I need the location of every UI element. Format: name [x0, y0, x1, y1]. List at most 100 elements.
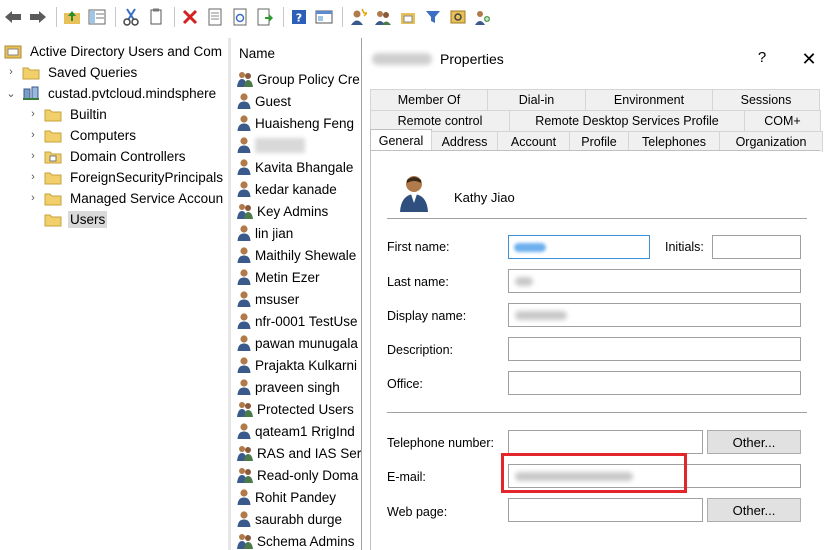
- tree-item-label: custad.pvtcloud.mindsphere: [48, 85, 217, 101]
- tree-item-domain-controllers[interactable]: › Domain Controllers: [26, 146, 188, 166]
- tab-dial-in[interactable]: Dial-in: [487, 89, 586, 110]
- user-icon: [236, 158, 252, 176]
- list-item[interactable]: Prajakta Kulkarni: [236, 354, 357, 376]
- chevron-right-icon[interactable]: ›: [4, 66, 18, 78]
- list-item[interactable]: Metin Ezer: [236, 266, 320, 288]
- properties-icon[interactable]: [204, 6, 226, 28]
- display-name-input[interactable]: [508, 303, 801, 327]
- tab-row-1: Member Of Dial-in Environment Sessions: [370, 89, 820, 110]
- tab-sessions[interactable]: Sessions: [712, 89, 820, 110]
- list-item[interactable]: kedar kanade: [236, 178, 337, 200]
- chevron-right-icon[interactable]: ›: [26, 108, 40, 120]
- tab-remote-control[interactable]: Remote control: [370, 110, 510, 131]
- tree-item-saved-queries[interactable]: › Saved Queries: [4, 62, 139, 82]
- back-icon[interactable]: [2, 6, 24, 28]
- ad-console-icon: [4, 43, 22, 59]
- chevron-right-icon[interactable]: ›: [26, 150, 40, 162]
- tree-item-computers[interactable]: › Computers: [26, 125, 138, 145]
- group-icon: [236, 532, 254, 550]
- list-item[interactable]: Read-only Doma: [236, 464, 358, 486]
- copy-icon[interactable]: [145, 6, 167, 28]
- up-folder-icon[interactable]: [61, 6, 83, 28]
- initials-input[interactable]: [712, 235, 801, 259]
- console-icon[interactable]: [313, 6, 335, 28]
- list-item[interactable]: Group Policy Cre: [236, 68, 360, 90]
- chevron-right-icon[interactable]: ›: [26, 171, 40, 183]
- tab-remote-desktop-services-profile[interactable]: Remote Desktop Services Profile: [509, 110, 745, 131]
- tree-item-builtin[interactable]: › Builtin: [26, 104, 109, 124]
- help-button[interactable]: ?: [752, 49, 772, 69]
- list-item[interactable]: Protected Users: [236, 398, 354, 420]
- webpage-input[interactable]: [508, 498, 703, 522]
- find-icon[interactable]: [447, 6, 469, 28]
- description-input[interactable]: [508, 337, 801, 361]
- tab-address[interactable]: Address: [431, 131, 498, 152]
- column-header-name[interactable]: Name: [231, 38, 371, 68]
- chevron-right-icon[interactable]: ›: [26, 192, 40, 204]
- list-item[interactable]: nfr-0001 TestUse: [236, 310, 358, 332]
- forward-icon[interactable]: [27, 6, 49, 28]
- filter-icon[interactable]: [422, 6, 444, 28]
- dialog-titlebar: Properties ? ✕: [362, 38, 826, 80]
- group-icon: [236, 444, 254, 462]
- list-item[interactable]: Maithily Shewale: [236, 244, 356, 266]
- office-input[interactable]: [508, 371, 801, 395]
- delete-icon[interactable]: [179, 6, 201, 28]
- list-item[interactable]: Key Admins: [236, 200, 328, 222]
- display-name-label: Display name:: [387, 309, 467, 323]
- user-icon: [236, 180, 252, 198]
- cut-icon[interactable]: [120, 6, 142, 28]
- list-item[interactable]: Rohit Pandey: [236, 486, 336, 508]
- list-item-label: Schema Admins: [257, 533, 355, 549]
- close-button[interactable]: ✕: [799, 49, 819, 69]
- chevron-down-icon[interactable]: ⌄: [4, 87, 18, 100]
- tab-account[interactable]: Account: [497, 131, 570, 152]
- export-icon[interactable]: [254, 6, 276, 28]
- list-item[interactable]: RAS and IAS Serv: [236, 442, 368, 464]
- last-name-input[interactable]: [508, 269, 801, 293]
- list-item[interactable]: Kavita Bhangale: [236, 156, 353, 178]
- new-group-icon[interactable]: [372, 6, 394, 28]
- domain-icon: [22, 85, 40, 101]
- tree-item-root[interactable]: Active Directory Users and Com: [4, 41, 224, 61]
- list-item[interactable]: Huaisheng Feng: [236, 112, 354, 134]
- list-item[interactable]: [236, 134, 305, 156]
- tab-profile[interactable]: Profile: [569, 131, 629, 152]
- tab-member-of[interactable]: Member Of: [370, 89, 488, 110]
- telephone-input[interactable]: [508, 430, 703, 454]
- folder-icon: [22, 65, 40, 80]
- list-item[interactable]: msuser: [236, 288, 299, 310]
- tab-com-plus[interactable]: COM+: [744, 110, 821, 131]
- tree-item-users[interactable]: Users: [26, 209, 108, 229]
- new-user-icon[interactable]: [347, 6, 369, 28]
- list-item-label: kedar kanade: [255, 181, 337, 197]
- webpage-other-button[interactable]: Other...: [707, 498, 801, 522]
- help-icon[interactable]: ?: [288, 6, 310, 28]
- tab-organization[interactable]: Organization: [719, 131, 823, 152]
- tree-item-domain[interactable]: ⌄ custad.pvtcloud.mindsphere: [4, 83, 218, 103]
- tree-item-label: Computers: [70, 127, 137, 143]
- last-name-label: Last name:: [387, 275, 449, 289]
- list-item[interactable]: qateam1 RrigInd: [236, 420, 355, 442]
- tree-item-foreign-security-principals[interactable]: › ForeignSecurityPrincipals: [26, 167, 225, 187]
- telephone-other-button[interactable]: Other...: [707, 430, 801, 454]
- list-item[interactable]: Guest: [236, 90, 291, 112]
- chevron-right-icon[interactable]: ›: [26, 129, 40, 141]
- list-item[interactable]: lin jian: [236, 222, 293, 244]
- tab-telephones[interactable]: Telephones: [628, 131, 720, 152]
- list-item[interactable]: pawan munugala: [236, 332, 358, 354]
- add-to-group-icon[interactable]: [472, 6, 494, 28]
- show-hide-tree-icon[interactable]: [86, 6, 108, 28]
- first-name-input[interactable]: [508, 235, 650, 259]
- list-item[interactable]: saurabh durge: [236, 508, 342, 530]
- tab-general[interactable]: General: [370, 129, 432, 152]
- general-tab-panel: Kathy Jiao First name: Initials: Last na…: [370, 150, 820, 550]
- tab-environment[interactable]: Environment: [585, 89, 713, 110]
- new-ou-icon[interactable]: [397, 6, 419, 28]
- list-item-label: RAS and IAS Serv: [257, 445, 369, 461]
- telephone-label: Telephone number:: [387, 436, 495, 450]
- refresh-icon[interactable]: [229, 6, 251, 28]
- list-item[interactable]: praveen singh: [236, 376, 340, 398]
- tree-item-managed-service-accounts[interactable]: › Managed Service Accoun: [26, 188, 225, 208]
- list-item[interactable]: Schema Admins: [236, 530, 355, 550]
